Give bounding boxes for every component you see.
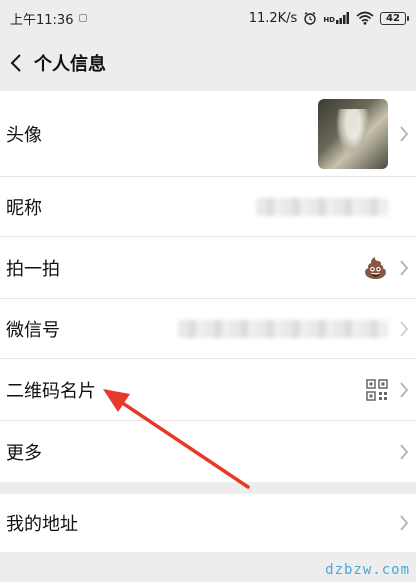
wifi-icon	[356, 11, 374, 25]
back-icon[interactable]	[4, 51, 28, 75]
network-speed: 11.2K/s	[248, 10, 298, 26]
nav-bar: 个人信息	[0, 36, 416, 90]
status-right: 11.2K/s HD 42	[248, 10, 409, 26]
chevron-right-icon	[398, 319, 410, 339]
status-time: 上午11:36	[10, 12, 74, 28]
nickname-row-label: 昵称	[6, 197, 42, 219]
section-gap	[0, 482, 416, 494]
signal-icon: HD	[323, 12, 350, 24]
qr-card-row-right	[366, 359, 416, 420]
chevron-right-icon	[398, 258, 410, 278]
chevron-right-icon	[398, 442, 410, 462]
battery-icon: 42	[380, 11, 409, 25]
qr-code-icon	[366, 378, 388, 401]
wechat-id-value-blurred	[178, 319, 388, 338]
more-row[interactable]: 更多	[0, 421, 416, 483]
more-row-right	[398, 421, 416, 483]
chevron-right-icon	[398, 513, 410, 533]
status-bar: 上午11:36 11.2K/s HD 42	[0, 0, 416, 36]
watermark: dzbzw.com	[325, 562, 410, 578]
qr-card-row-label: 二维码名片	[6, 380, 96, 402]
address-row-right	[398, 494, 416, 552]
qr-card-row[interactable]: 二维码名片	[0, 359, 416, 421]
alarm-icon	[304, 11, 317, 25]
poop-emoji-icon: 💩	[363, 255, 388, 280]
address-row-label: 我的地址	[6, 514, 78, 535]
chevron-right-icon	[398, 197, 410, 217]
address-list: 我的地址	[0, 494, 416, 552]
nickname-row[interactable]: 昵称	[0, 177, 416, 237]
avatar-row-label: 头像	[6, 124, 42, 146]
nickname-row-right	[256, 177, 416, 236]
hd-badge: HD	[323, 16, 335, 24]
wechat-id-row[interactable]: 微信号	[0, 299, 416, 359]
pat-row-label: 拍一拍	[6, 258, 60, 280]
profile-list: 头像 昵称 拍一拍 💩 微信号 二维码名片 更多	[0, 91, 416, 483]
notification-icon	[79, 14, 88, 22]
pat-row-right: 💩	[363, 237, 416, 298]
wechat-id-row-right	[178, 299, 416, 358]
avatar	[318, 98, 388, 169]
chevron-right-icon	[398, 380, 410, 400]
avatar-row-right	[318, 91, 416, 176]
status-left: 上午11:36	[10, 9, 88, 28]
wechat-id-row-label: 微信号	[6, 319, 60, 341]
chevron-right-icon	[398, 124, 410, 144]
more-row-label: 更多	[6, 443, 42, 464]
pat-row[interactable]: 拍一拍 💩	[0, 237, 416, 299]
address-row[interactable]: 我的地址	[0, 494, 416, 552]
avatar-row[interactable]: 头像	[0, 91, 416, 177]
page-title: 个人信息	[34, 54, 106, 75]
nickname-value-blurred	[256, 197, 388, 216]
